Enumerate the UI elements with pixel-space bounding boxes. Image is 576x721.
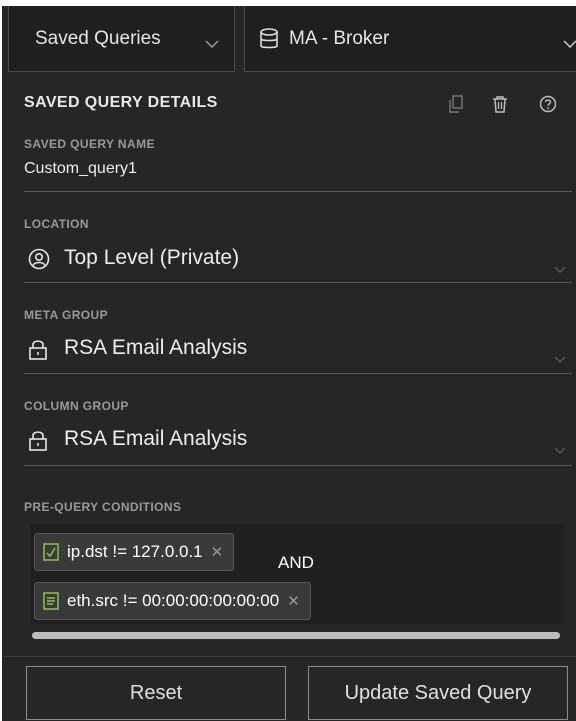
meta-group-underline — [24, 373, 572, 374]
chevron-down-icon — [554, 441, 566, 459]
horizontal-scrollbar[interactable] — [32, 632, 560, 639]
saved-queries-label: Saved Queries — [35, 27, 161, 49]
service-dropdown[interactable]: MA - Broker — [244, 6, 576, 72]
user-icon — [28, 248, 50, 275]
location-select[interactable]: Top Level (Private) — [24, 240, 572, 280]
copy-icon[interactable] — [446, 94, 466, 114]
saved-queries-dropdown[interactable]: Saved Queries — [8, 6, 235, 72]
column-group-value: RSA Email Analysis — [64, 427, 248, 450]
remove-condition-icon[interactable]: ✕ — [211, 543, 224, 561]
condition-pill[interactable]: ip.dst != 127.0.0.1 ✕ — [34, 533, 235, 571]
prequery-label: PRE-QUERY CONDITIONS — [24, 500, 182, 514]
service-label: MA - Broker — [289, 27, 390, 49]
condition-pill[interactable]: eth.src != 00:00:00:00:00:00 ✕ — [34, 582, 311, 620]
meta-group-value: RSA Email Analysis — [64, 336, 248, 359]
reset-button[interactable]: Reset — [26, 666, 286, 720]
details-title: SAVED QUERY DETAILS — [24, 94, 218, 111]
name-field[interactable]: Custom_query1 — [24, 160, 137, 178]
location-label: LOCATION — [24, 217, 89, 231]
trash-icon[interactable] — [490, 94, 510, 114]
meta-group-select[interactable]: RSA Email Analysis — [24, 330, 572, 370]
condition-text: ip.dst != 127.0.0.1 — [67, 542, 203, 561]
lock-icon — [28, 429, 48, 456]
operator-label: AND — [278, 553, 314, 572]
condition-text: eth.src != 00:00:00:00:00:00 — [67, 591, 280, 610]
location-underline — [24, 282, 572, 283]
column-group-label: COLUMN GROUP — [24, 399, 129, 413]
name-field-underline — [24, 191, 572, 192]
column-group-select[interactable]: RSA Email Analysis — [24, 421, 572, 461]
chevron-down-icon — [554, 260, 566, 278]
saved-query-panel: Saved Queries MA - Broker SAVED QUERY DE… — [2, 6, 576, 721]
help-icon[interactable] — [538, 94, 558, 114]
meta-group-label: META GROUP — [24, 308, 108, 322]
database-icon — [259, 28, 279, 55]
location-value: Top Level (Private) — [64, 246, 240, 269]
update-saved-query-button[interactable]: Update Saved Query — [308, 666, 568, 720]
condition-icon — [43, 543, 59, 561]
name-field-label: SAVED QUERY NAME — [24, 137, 155, 151]
condition-icon — [43, 592, 59, 610]
header-divider — [235, 6, 244, 72]
lock-icon — [28, 338, 48, 365]
chevron-down-icon — [205, 35, 219, 53]
column-group-underline — [24, 465, 572, 466]
remove-condition-icon[interactable]: ✕ — [287, 592, 300, 610]
chevron-down-icon — [563, 35, 576, 53]
chevron-down-icon — [554, 350, 566, 368]
footer-divider — [4, 656, 576, 657]
